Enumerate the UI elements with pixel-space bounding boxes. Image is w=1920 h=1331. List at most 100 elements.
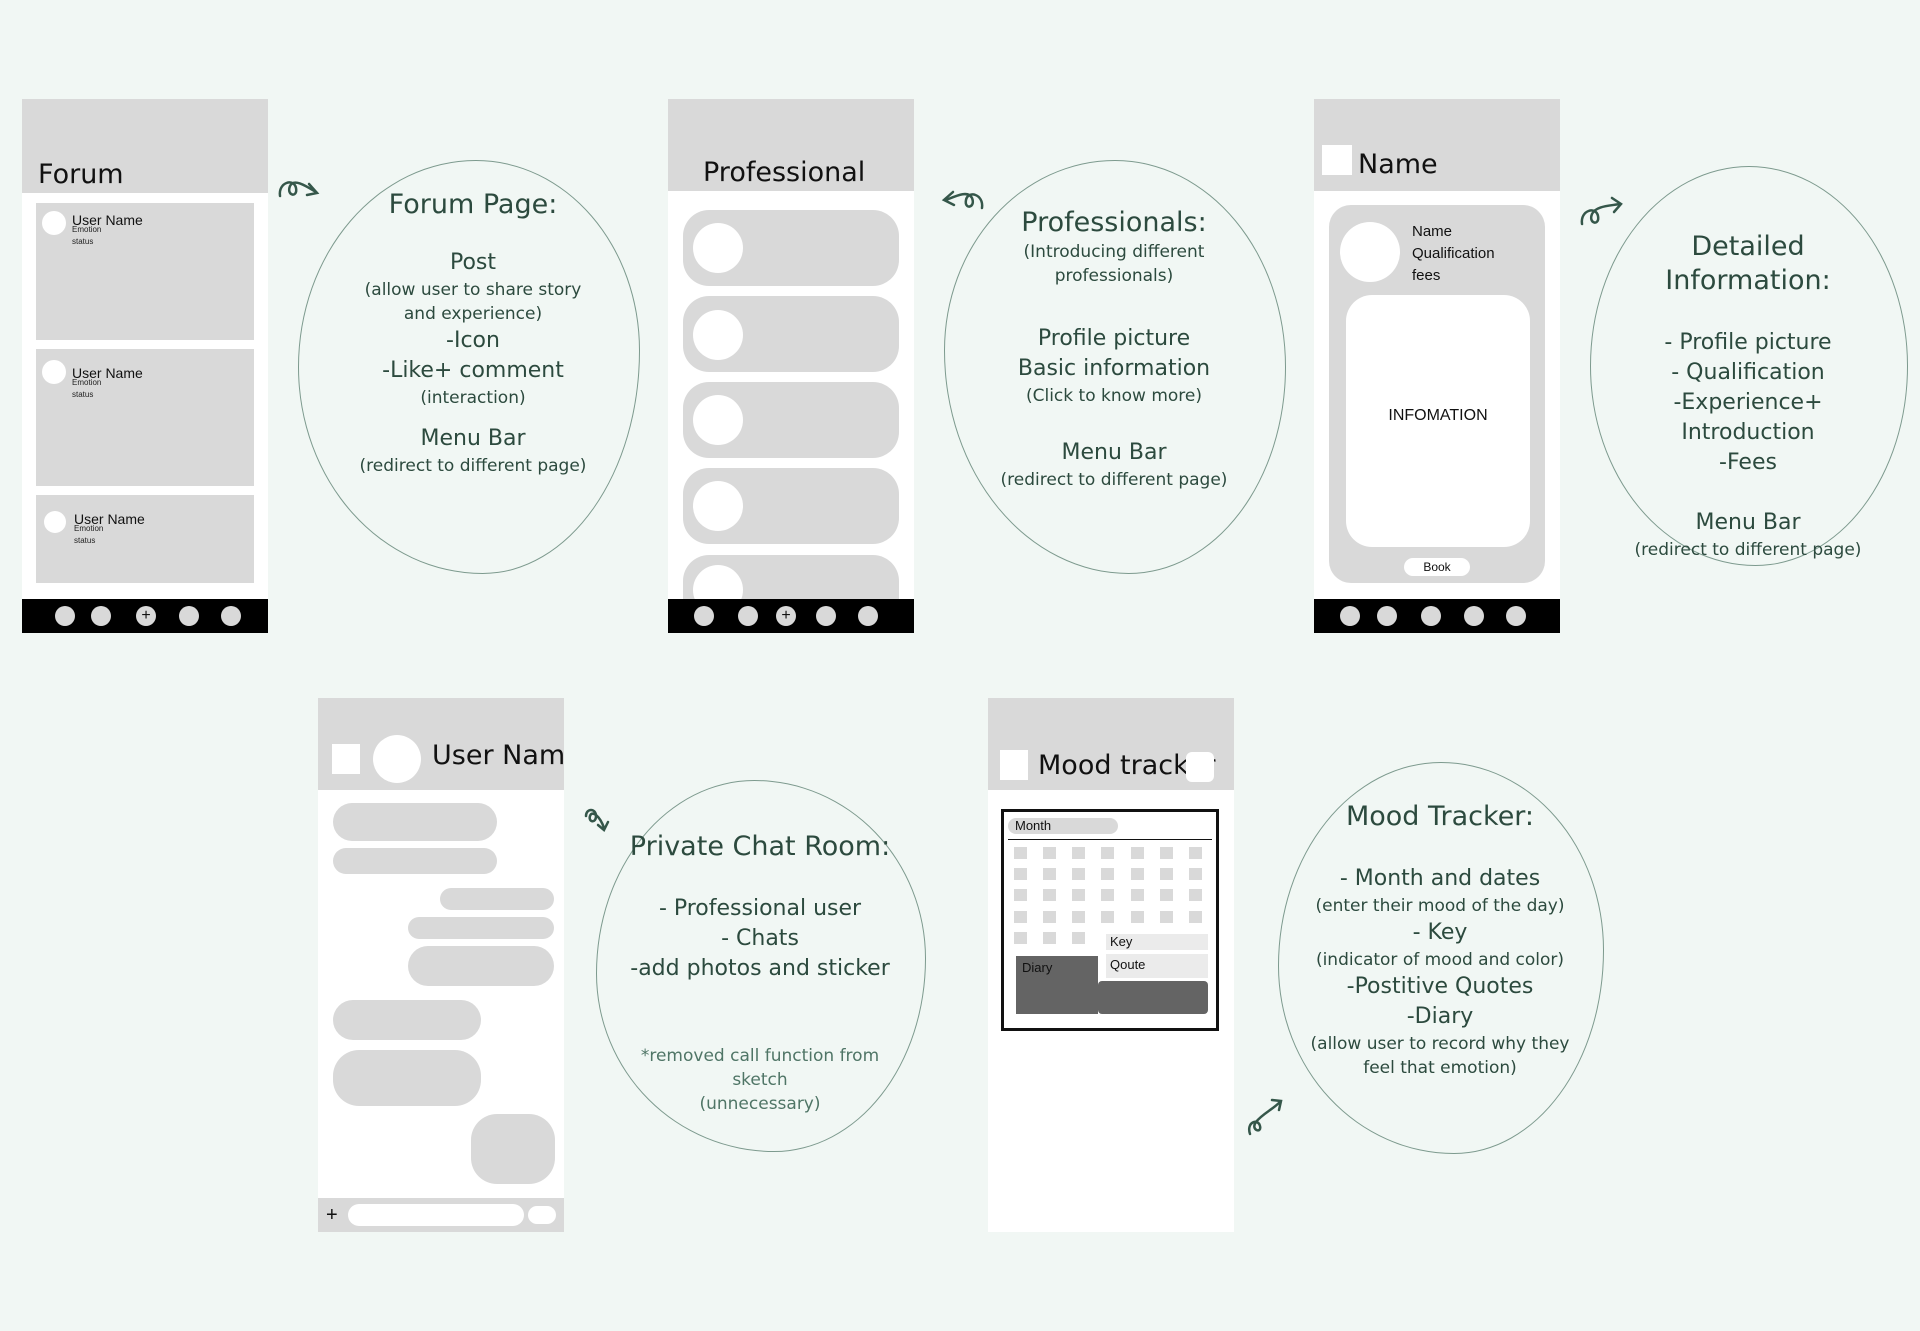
calendar-date-cell[interactable] bbox=[1043, 932, 1056, 944]
avatar bbox=[42, 360, 66, 384]
calendar-date-cell[interactable] bbox=[1101, 868, 1114, 880]
forum-screen: Forum User Name Emotion status User Name… bbox=[22, 99, 268, 633]
back-icon[interactable] bbox=[332, 744, 360, 774]
calendar-date-cell[interactable] bbox=[1014, 847, 1027, 859]
calendar-date-cell[interactable] bbox=[1043, 868, 1056, 880]
nav-item[interactable] bbox=[858, 606, 878, 626]
note-line: - Chats bbox=[721, 926, 799, 951]
detail-title: Name bbox=[1358, 149, 1438, 180]
calendar-date-cell[interactable] bbox=[1101, 847, 1114, 859]
nav-item[interactable] bbox=[1464, 606, 1484, 626]
back-icon[interactable] bbox=[1322, 145, 1352, 175]
nav-item[interactable] bbox=[694, 606, 714, 626]
calendar-date-cell[interactable] bbox=[1189, 868, 1202, 880]
post-status: status bbox=[74, 536, 96, 545]
nav-item[interactable] bbox=[1506, 606, 1526, 626]
calendar-date-cell[interactable] bbox=[1072, 847, 1085, 859]
calendar-date-cell[interactable] bbox=[1189, 889, 1202, 901]
note-heading: Forum Page: bbox=[388, 189, 558, 220]
nav-item[interactable] bbox=[179, 606, 199, 626]
note-desc: (redirect to different page) bbox=[359, 456, 587, 476]
forum-post-card[interactable] bbox=[36, 349, 254, 486]
add-attachment-icon[interactable]: + bbox=[326, 1204, 338, 1226]
calendar-date-cell[interactable] bbox=[1014, 932, 1027, 944]
professional-screen: Professional + bbox=[668, 99, 914, 633]
note-desc: (allow user to record why they feel that… bbox=[1310, 1034, 1570, 1078]
note-desc: (unnecessary) bbox=[699, 1094, 821, 1114]
photo-sticker-bubble bbox=[471, 1114, 555, 1184]
curl-arrow-icon bbox=[941, 190, 984, 210]
calendar-date-cell[interactable] bbox=[1014, 889, 1027, 901]
curl-arrow-icon bbox=[1247, 1098, 1283, 1136]
calendar-date-cell[interactable] bbox=[1131, 847, 1144, 859]
quote-label: Qoute bbox=[1110, 957, 1146, 972]
add-icon[interactable]: + bbox=[136, 606, 156, 626]
calendar-date-cell[interactable] bbox=[1189, 911, 1202, 923]
note-line: - Professional user bbox=[658, 896, 862, 921]
calendar-date-cell[interactable] bbox=[1160, 847, 1173, 859]
calendar-date-cell[interactable] bbox=[1160, 911, 1173, 923]
quote-box bbox=[1098, 981, 1208, 1014]
information-text: INFOMATION bbox=[1388, 407, 1488, 424]
send-button[interactable] bbox=[528, 1206, 556, 1224]
nav-item[interactable] bbox=[816, 606, 836, 626]
note-line: Menu Bar bbox=[1061, 440, 1167, 465]
calendar-date-cell[interactable] bbox=[1160, 889, 1173, 901]
note-line: Profile picture bbox=[1037, 326, 1191, 351]
note-line: Basic information bbox=[1017, 356, 1211, 381]
curl-arrow-icon bbox=[1580, 196, 1623, 226]
calendar-date-cell[interactable] bbox=[1160, 868, 1173, 880]
note-heading: Mood Tracker: bbox=[1345, 801, 1535, 832]
nav-item[interactable] bbox=[738, 606, 758, 626]
nav-item[interactable] bbox=[221, 606, 241, 626]
calendar-date-cell[interactable] bbox=[1072, 868, 1085, 880]
calendar-date-cell[interactable] bbox=[1014, 868, 1027, 880]
note-line: -Fees bbox=[1719, 450, 1777, 475]
book-button[interactable]: Book bbox=[1404, 558, 1470, 576]
add-icon[interactable]: + bbox=[776, 606, 796, 626]
forum-post-card[interactable] bbox=[36, 495, 254, 583]
calendar-date-cell[interactable] bbox=[1131, 889, 1144, 901]
note-line: -Experience+ Introduction bbox=[1673, 390, 1823, 445]
key-label: Key bbox=[1110, 934, 1133, 949]
profile-picture bbox=[1340, 222, 1400, 282]
avatar bbox=[44, 511, 66, 533]
nav-item[interactable] bbox=[1421, 606, 1441, 626]
menu-bar: + bbox=[22, 599, 268, 633]
nav-item[interactable] bbox=[1340, 606, 1360, 626]
nav-item[interactable] bbox=[55, 606, 75, 626]
note-line: Menu Bar bbox=[1695, 510, 1801, 535]
calendar-date-cell[interactable] bbox=[1101, 889, 1114, 901]
note-line: - Key bbox=[1412, 920, 1468, 945]
settings-icon[interactable] bbox=[1186, 752, 1214, 782]
calendar-date-cell[interactable] bbox=[1014, 911, 1027, 923]
calendar-date-cell[interactable] bbox=[1131, 868, 1144, 880]
calendar-date-cell[interactable] bbox=[1189, 847, 1202, 859]
note-desc: (redirect to different page) bbox=[1634, 540, 1862, 560]
back-icon[interactable] bbox=[1000, 750, 1028, 780]
calendar-date-cell[interactable] bbox=[1043, 847, 1056, 859]
calendar-date-cell[interactable] bbox=[1072, 932, 1085, 944]
calendar-date-cell[interactable] bbox=[1043, 911, 1056, 923]
note-line: - Month and dates bbox=[1339, 866, 1541, 891]
nav-item[interactable] bbox=[1377, 606, 1397, 626]
calendar-date-cell[interactable] bbox=[1043, 889, 1056, 901]
note-line: -Postitive Quotes bbox=[1346, 974, 1534, 999]
calendar-date-cell[interactable] bbox=[1131, 911, 1144, 923]
calendar-date-cell[interactable] bbox=[1101, 911, 1114, 923]
menu-bar: + bbox=[668, 599, 914, 633]
detail-qualification: Qualification bbox=[1412, 245, 1495, 262]
calendar-date-cell[interactable] bbox=[1072, 911, 1085, 923]
forum-title: Forum bbox=[38, 159, 124, 190]
chat-title: User Name bbox=[432, 740, 564, 771]
note-line: -Like+ comment bbox=[382, 358, 564, 383]
forum-note: Forum Page: Post (allow user to share st… bbox=[348, 188, 598, 478]
note-desc: (indicator of mood and color) bbox=[1315, 950, 1565, 970]
curl-arrow-icon bbox=[278, 181, 320, 198]
curl-arrow-icon bbox=[584, 808, 610, 832]
forum-post-card[interactable] bbox=[36, 203, 254, 340]
calendar-date-cell[interactable] bbox=[1072, 889, 1085, 901]
message-input[interactable] bbox=[348, 1204, 524, 1226]
nav-item[interactable] bbox=[91, 606, 111, 626]
detail-fees: fees bbox=[1412, 267, 1441, 284]
